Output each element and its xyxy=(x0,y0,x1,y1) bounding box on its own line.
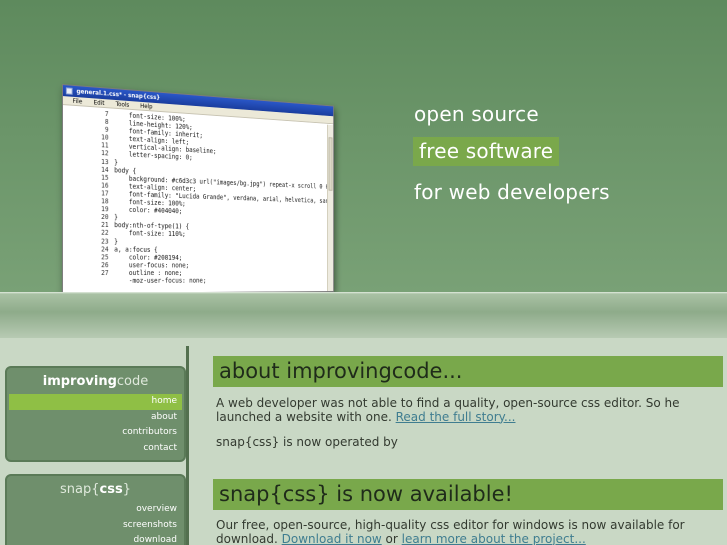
title-rest: code xyxy=(116,374,149,389)
tagline-free-software: free software xyxy=(413,137,560,166)
nav-contact[interactable]: contact xyxy=(9,441,182,457)
code-text: outline : none; xyxy=(114,269,183,277)
improvingcode-nav-box: improvingcode home about contributors co… xyxy=(5,366,186,462)
snapcss-nav-box: snap{css} overview screenshots download xyxy=(5,474,186,545)
code-text: } xyxy=(114,237,118,246)
snapcss-title: snap{css} xyxy=(7,476,184,502)
code-text: user-focus: none; xyxy=(114,261,190,270)
line-number: 27 xyxy=(101,268,109,277)
nav-overview[interactable]: overview xyxy=(9,502,182,518)
nav-screenshots[interactable]: screenshots xyxy=(9,518,182,534)
code-text: } xyxy=(114,213,118,222)
menu-edit: Edit xyxy=(93,99,105,108)
code-area: 7 font-size: 100%; 8 line-height: 120%; 9 … xyxy=(63,106,327,292)
code-line: -moz-user-focus: none; xyxy=(63,277,327,285)
snapcss-nav: overview screenshots download xyxy=(7,502,184,545)
scroll-thumb xyxy=(328,137,333,191)
title-pre: snap{ xyxy=(60,482,100,497)
improvingcode-title: improvingcode xyxy=(7,368,184,394)
editor-screenshot: general.1.css* - snap{css} File Edit Too… xyxy=(62,84,334,292)
nav-home[interactable]: home xyxy=(9,394,182,410)
menu-file: File xyxy=(72,97,83,106)
sidebar-divider xyxy=(186,346,189,545)
about-heading: about improvingcode... xyxy=(213,356,723,387)
title-post: } xyxy=(122,482,131,497)
improvingcode-nav: home about contributors contact xyxy=(7,394,184,456)
read-full-story-link[interactable]: Read the full story... xyxy=(396,410,516,424)
snapcss-heading: snap{css} is now available! xyxy=(213,479,723,510)
app-icon xyxy=(65,87,73,95)
code-line: 27 outline : none; xyxy=(63,269,327,277)
title-bold: improving xyxy=(42,374,117,389)
about-paragraph: A web developer was not able to find a q… xyxy=(216,396,724,424)
editor-scrollbar xyxy=(327,124,334,292)
code-text: -moz-user-focus: none; xyxy=(114,276,207,285)
menu-help: Help xyxy=(140,102,153,111)
download-link[interactable]: Download it now xyxy=(282,532,382,545)
code-text: font-size: 110%; xyxy=(114,229,186,239)
hero-divider xyxy=(0,292,727,338)
operated-by-paragraph: snap{css} is now operated by xyxy=(216,435,398,449)
hero-banner: general.1.css* - snap{css} File Edit Too… xyxy=(0,0,727,292)
learn-more-link[interactable]: learn more about the project... xyxy=(402,532,586,545)
tagline-open-source: open source xyxy=(414,102,539,126)
nav-about[interactable]: about xyxy=(9,410,182,426)
tagline-web-developers: for web developers xyxy=(414,180,610,204)
snapcss-paragraph: Our free, open-source, high-quality css … xyxy=(216,518,724,545)
line-number: 26 xyxy=(101,261,109,269)
code-text: } xyxy=(114,158,118,167)
nav-contributors[interactable]: contributors xyxy=(9,425,182,441)
nav-download[interactable]: download xyxy=(9,533,182,545)
line-number: 25 xyxy=(101,253,109,261)
or-text: or xyxy=(381,531,402,545)
menu-tools: Tools xyxy=(115,100,130,109)
title-bold: css xyxy=(99,482,123,497)
